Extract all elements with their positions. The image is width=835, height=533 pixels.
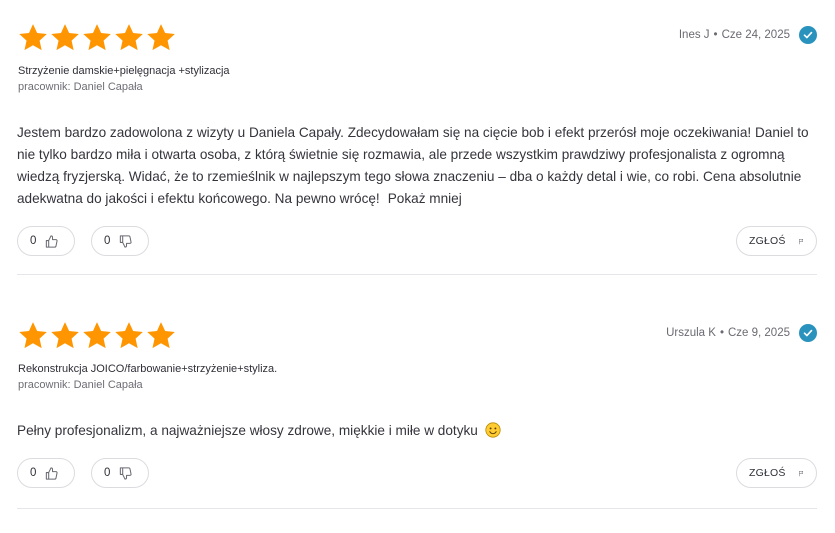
thumb-up-icon xyxy=(44,466,59,481)
thumb-up-icon xyxy=(44,234,59,249)
report-label: ZGŁOŚ xyxy=(749,467,786,479)
thumb-down-icon xyxy=(118,234,133,249)
review-actions: 0 0 ZGŁOŚ xyxy=(17,458,817,490)
report-label: ZGŁOŚ xyxy=(749,235,786,247)
meta-separator: • xyxy=(719,327,724,339)
employee-line: pracownik: Daniel Capała xyxy=(18,379,143,391)
employee-name: Daniel Capała xyxy=(73,379,143,391)
review-meta: Ines J • Cze 24, 2025 xyxy=(679,26,817,44)
employee-label: pracownik: xyxy=(18,379,71,391)
star-icon xyxy=(17,320,49,351)
review-divider xyxy=(17,274,817,275)
thumb-down-icon xyxy=(118,466,133,481)
employee-name: Daniel Capała xyxy=(73,81,143,93)
like-button[interactable]: 0 xyxy=(17,458,75,488)
report-button[interactable]: ZGŁOŚ xyxy=(736,458,817,488)
review-text-block: Pełny profesjonalizm, a najważniejsze wł… xyxy=(17,420,817,442)
review-actions: 0 0 ZGŁOŚ xyxy=(17,226,817,258)
like-count: 0 xyxy=(30,235,37,247)
like-button[interactable]: 0 xyxy=(17,226,75,256)
star-icon xyxy=(49,320,81,351)
rating-stars xyxy=(17,22,177,53)
rating-stars xyxy=(17,320,177,351)
like-count: 0 xyxy=(30,467,37,479)
star-icon xyxy=(81,320,113,351)
service-name: Rekonstrukcja JOICO/farbowanie+strzyżeni… xyxy=(18,363,278,375)
star-icon xyxy=(81,22,113,53)
show-less-link[interactable]: Pokaż mniej xyxy=(388,191,462,206)
review-divider xyxy=(17,508,817,509)
dislike-count: 0 xyxy=(104,467,111,479)
star-icon xyxy=(113,320,145,351)
star-icon xyxy=(17,22,49,53)
review-text-block: Jestem bardzo zadowolona z wizyty u Dani… xyxy=(17,122,817,210)
slightly-smiling-face-icon xyxy=(485,422,501,438)
star-icon xyxy=(145,320,177,351)
review-meta: Urszula K • Cze 9, 2025 xyxy=(666,324,817,342)
dislike-count: 0 xyxy=(104,235,111,247)
review-author: Urszula K xyxy=(666,327,716,339)
review-author: Ines J xyxy=(678,29,710,41)
service-name: Strzyżenie damskie+pielęgnacja +stylizac… xyxy=(18,65,230,77)
dislike-button[interactable]: 0 xyxy=(91,458,149,488)
flag-icon xyxy=(798,235,804,248)
dislike-button[interactable]: 0 xyxy=(91,226,149,256)
star-icon xyxy=(49,22,81,53)
star-icon xyxy=(145,22,177,53)
review-date: Cze 24, 2025 xyxy=(721,29,790,41)
employee-line: pracownik: Daniel Capała xyxy=(18,81,143,93)
review-text: Pełny profesjonalizm, a najważniejsze wł… xyxy=(17,423,478,438)
star-icon xyxy=(113,22,145,53)
meta-separator: • xyxy=(713,29,718,41)
flag-icon xyxy=(798,467,804,480)
employee-label: pracownik: xyxy=(18,81,71,93)
verified-check-icon xyxy=(799,26,817,44)
review-date: Cze 9, 2025 xyxy=(727,327,790,339)
verified-check-icon xyxy=(799,324,817,342)
report-button[interactable]: ZGŁOŚ xyxy=(736,226,817,256)
